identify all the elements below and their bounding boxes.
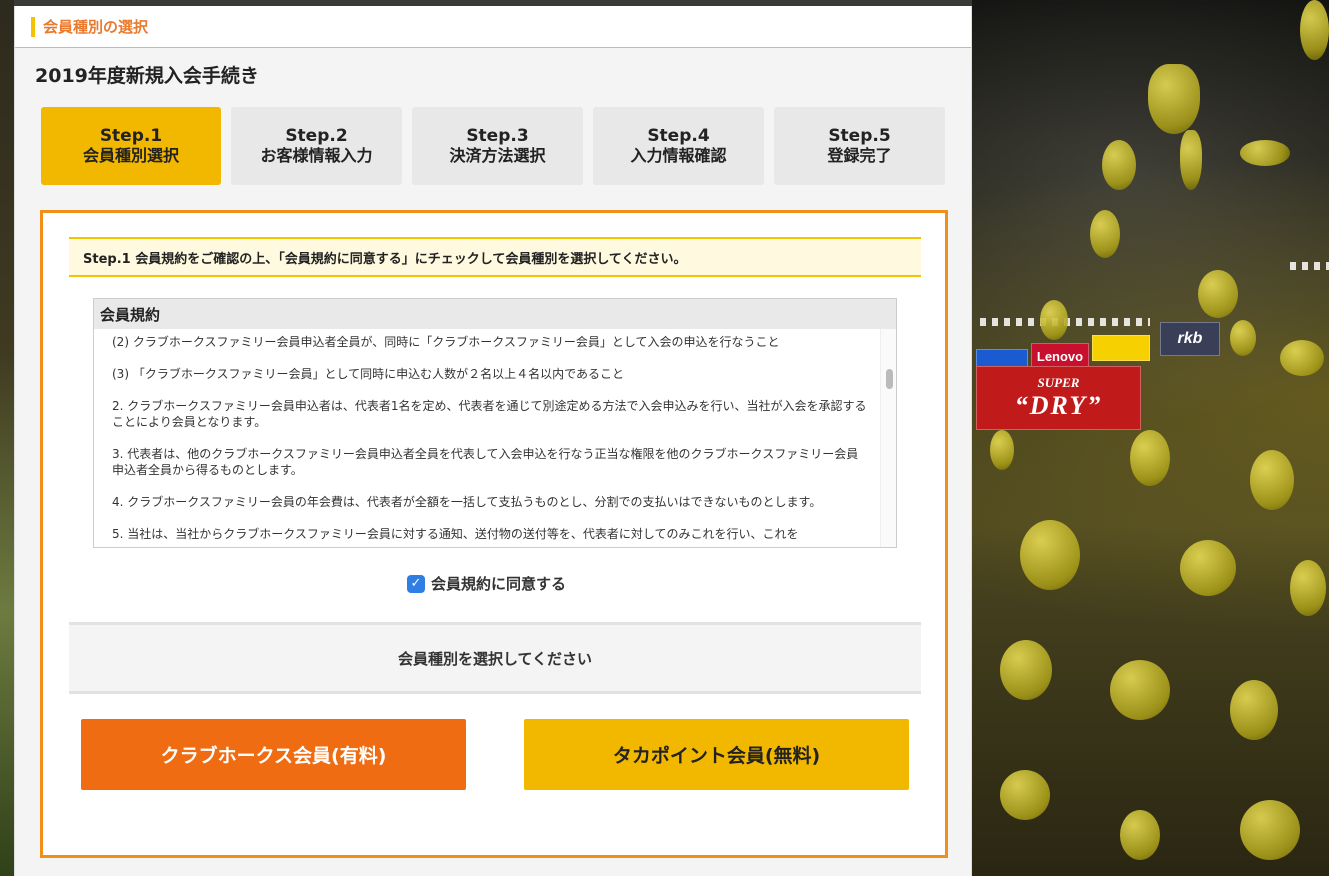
step-content-frame: Step.1 会員規約をご確認の上、「会員規約に同意する」にチェックして会員種別… [40,210,948,858]
step-1: Step.1 会員種別選択 [41,107,221,185]
rkb-sign-text: rkb [1177,330,1203,347]
terms-paragraph: (2) クラブホークスファミリー会員申込者全員が、同時に「クラブホークスファミリ… [112,335,780,349]
balloon-decoration [1000,770,1050,820]
taka-point-free-button[interactable]: タカポイント会員(無料) [524,719,909,790]
step-label: 決済方法選択 [449,146,546,165]
membership-select-prompt: 会員種別を選択してください [69,622,921,694]
balloon-decoration [1230,680,1278,740]
step-number: Step.2 [285,126,348,146]
balloon-decoration [1110,660,1170,720]
agree-terms-control[interactable]: ✓ 会員規約に同意する [407,573,566,594]
balloon-decoration [1290,560,1326,616]
instruction-text: Step.1 会員規約をご確認の上、「会員規約に同意する」にチェックして会員種別… [83,251,687,267]
balloon-decoration [1180,540,1236,596]
balloon-decoration [1198,270,1238,318]
step-number: Step.1 [99,126,163,146]
balloon-decoration [1250,450,1294,510]
instruction-banner: Step.1 会員規約をご確認の上、「会員規約に同意する」にチェックして会員種別… [69,237,921,277]
balloon-decoration [1090,210,1120,258]
balloon-decoration [1300,0,1329,60]
lenovo-sign-text: Lenovo [1036,348,1084,364]
step-5: Step.5 登録完了 [774,107,945,185]
step-indicator: Step.1 会員種別選択 Step.2 お客様情報入力 Step.3 決済方法… [41,107,945,185]
super-dry-sign: SUPER “DRY” [976,366,1141,430]
agree-label: 会員規約に同意する [431,575,567,593]
section-header-accent [31,16,35,37]
balloon-decoration [1120,810,1160,860]
step-label: 登録完了 [827,146,892,165]
terms-paragraph: 3. 代表者は、他のクラブホークスファミリー会員申込者全員を代表して入会申込を行… [112,447,859,477]
balloon-decoration [1148,64,1200,134]
agree-checkbox[interactable]: ✓ [407,574,425,593]
balloon-decoration [1280,340,1324,376]
terms-paragraph: 2. クラブホークスファミリー会員申込者は、代表者1名を定め、代表者を通じて別途… [112,399,867,429]
balloon-decoration [1180,130,1202,190]
page-title: 2019年度新規入会手続き [35,65,259,87]
step-number: Step.4 [647,126,710,146]
balloon-decoration [1040,300,1068,340]
balloon-decoration [1240,140,1290,166]
registration-panel: 会員種別の選択 2019年度新規入会手続き Step.1 会員種別選択 Step… [14,6,972,876]
terms-paragraph: (3) 「クラブホークスファミリー会員」として同時に申込む人数が２名以上４名以内… [112,367,624,381]
step-number: Step.3 [466,126,529,146]
rkb-sign: rkb [1160,322,1220,356]
balloon-decoration [1000,640,1052,700]
dry-sign-text: “DRY” [1014,391,1103,420]
super-sign-text: SUPER [1037,375,1080,390]
balloon-decoration [1240,800,1300,860]
stadium-lights [1290,262,1329,270]
step-label: 入力情報確認 [630,146,727,165]
terms-scrollbar[interactable] [880,329,896,547]
step-label: 会員種別選択 [82,146,179,165]
stadium-background-left-edge [0,0,14,876]
step-label: お客様情報入力 [260,146,373,165]
terms-scrollbar-thumb[interactable] [886,369,893,389]
stadium-sign [1092,335,1150,361]
section-header-title: 会員種別の選択 [43,18,149,36]
checkmark-icon: ✓ [410,576,422,591]
terms-title: 会員規約 [94,299,896,329]
balloon-decoration [990,430,1014,470]
balloon-decoration [1102,140,1136,190]
balloon-decoration [1020,520,1080,590]
terms-scroll-content[interactable]: (2) クラブホークスファミリー会員申込者全員が、同時に「クラブホークスファミリ… [94,329,880,547]
step-4: Step.4 入力情報確認 [593,107,764,185]
terms-paragraph: 5. 当社は、当社からクラブホークスファミリー会員に対する通知、送付物の送付等を… [112,527,799,541]
step-2: Step.2 お客様情報入力 [231,107,402,185]
step-number: Step.5 [828,126,891,146]
select-prompt-text: 会員種別を選択してください [397,649,593,668]
balloon-decoration [1230,320,1256,356]
terms-box[interactable]: 会員規約 (2) クラブホークスファミリー会員申込者全員が、同時に「クラブホーク… [93,298,897,548]
balloon-decoration [1130,430,1170,486]
step-3: Step.3 決済方法選択 [412,107,583,185]
club-hawks-paid-button[interactable]: クラブホークス会員(有料) [81,719,466,790]
terms-paragraph: 4. クラブホークスファミリー会員の年会費は、代表者が全額を一括して支払うものと… [112,495,822,509]
section-header: 会員種別の選択 [15,6,971,48]
